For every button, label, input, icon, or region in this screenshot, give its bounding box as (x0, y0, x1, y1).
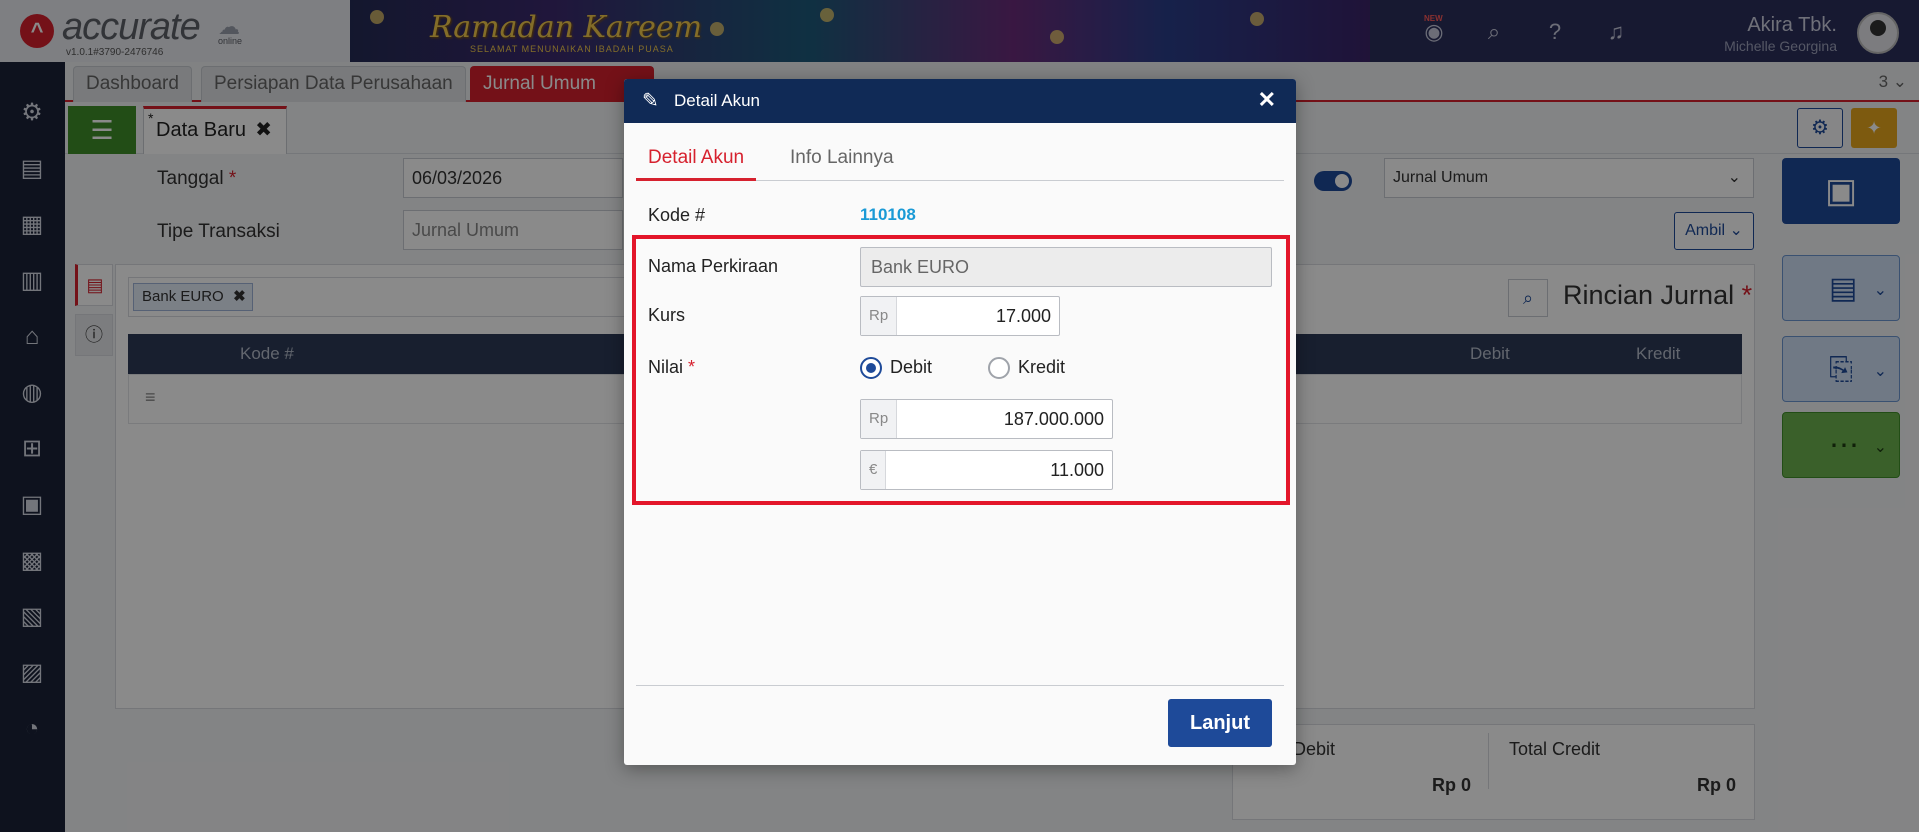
currency-prefix: Rp (861, 400, 898, 438)
nama-perkiraan-label: Nama Perkiraan (648, 256, 779, 276)
modal-tabs: Detail Akun Info Lainnya (636, 139, 1284, 181)
kode-label: Kode # (648, 205, 706, 225)
currency-prefix: € (861, 451, 887, 489)
modal-footer-divider (636, 685, 1284, 686)
nilai-label: Nilai * (648, 357, 696, 377)
amount-eur-field[interactable]: € 11.000 (860, 450, 1113, 490)
tab-info-lainnya[interactable]: Info Lainnya (790, 147, 894, 181)
close-icon[interactable]: ✕ (1258, 87, 1276, 113)
kurs-label: Kurs (648, 305, 686, 325)
debit-radio-label[interactable]: Debit (890, 357, 932, 378)
modal-title: Detail Akun (674, 91, 760, 110)
kredit-radio[interactable] (988, 357, 1010, 379)
tab-detail-akun[interactable]: Detail Akun (636, 147, 757, 181)
kurs-value: 17.000 (995, 306, 1051, 326)
nama-perkiraan-field[interactable]: Bank EURO (860, 247, 1272, 287)
debit-radio[interactable] (860, 357, 882, 379)
pencil-icon: ✎ (642, 90, 659, 112)
amount-eur-value: 11.000 (1050, 460, 1104, 480)
lanjut-button[interactable]: Lanjut (1168, 699, 1272, 747)
modal-header: ✎ Detail Akun ✕ (624, 79, 1296, 123)
kurs-field[interactable]: Rp 17.000 (860, 296, 1060, 336)
amount-idr-field[interactable]: Rp 187.000.000 (860, 399, 1113, 439)
detail-akun-modal: ✎ Detail Akun ✕ Detail Akun Info Lainnya… (624, 79, 1296, 765)
kredit-radio-label[interactable]: Kredit (1018, 357, 1065, 378)
currency-prefix: Rp (861, 297, 898, 335)
kode-value[interactable]: 110108 (860, 205, 916, 225)
amount-idr-value: 187.000.000 (1003, 409, 1104, 429)
